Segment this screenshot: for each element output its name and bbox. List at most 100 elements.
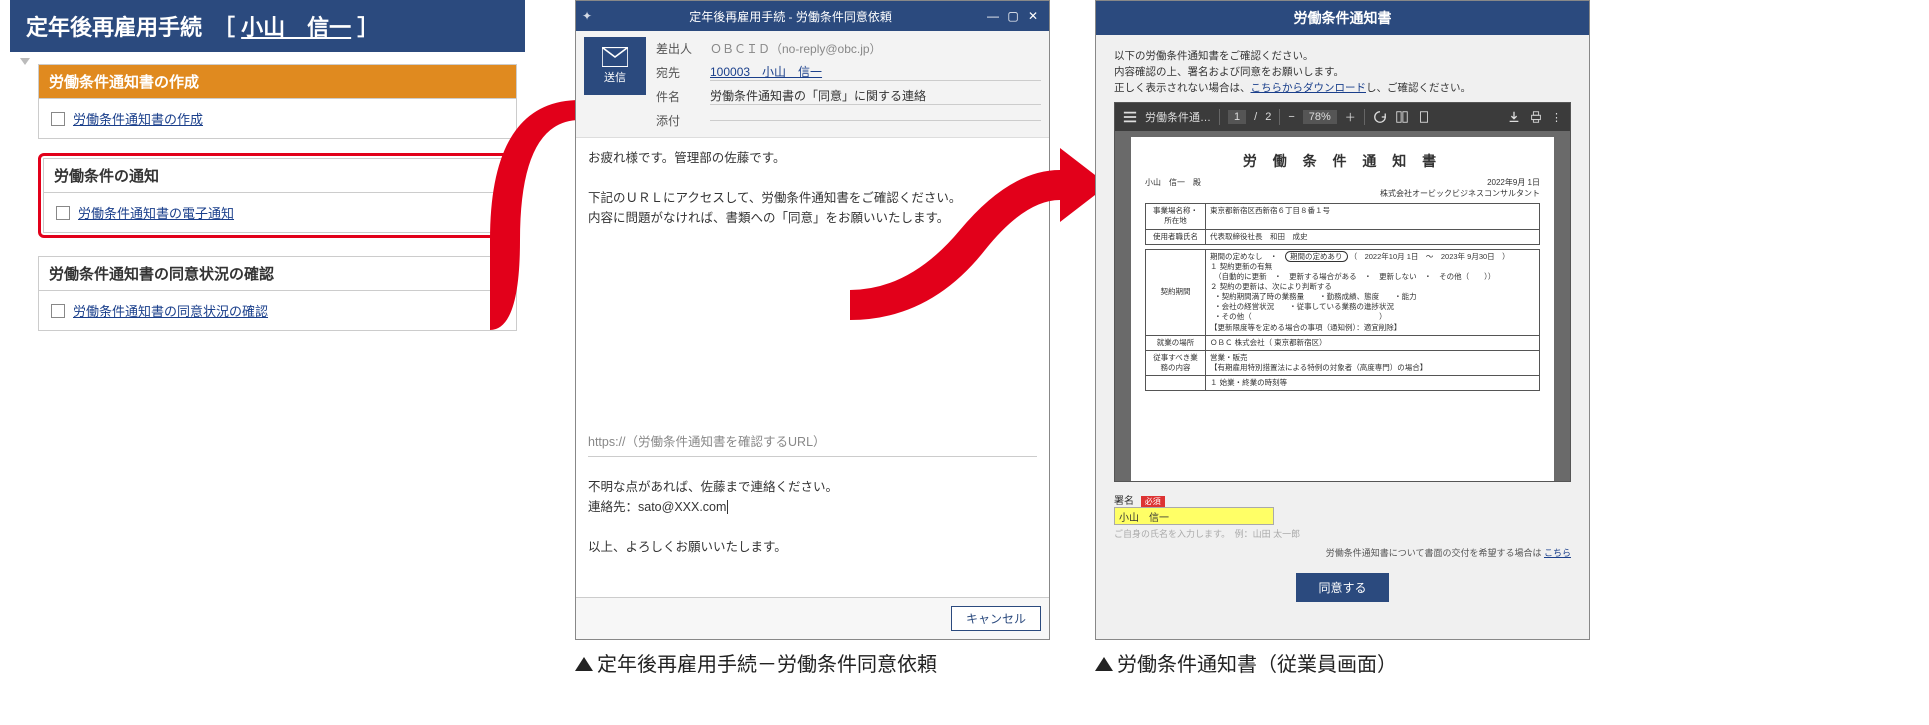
tbl-time-label	[1146, 376, 1206, 391]
panel3-intro: 以下の労働条件通知書をご確認ください。 内容確認の上、署名および同意をお願いしま…	[1114, 49, 1571, 96]
checkbox-icon[interactable]	[51, 304, 65, 318]
to-value[interactable]: 100003 小山 信一	[710, 63, 1041, 81]
download-link[interactable]: こちらからダウンロード	[1251, 82, 1367, 94]
tbl-period-label: 契約期間	[1146, 249, 1206, 335]
section-create-header: 労働条件通知書の作成	[38, 64, 517, 99]
tbl-job-label: 従事すべき業務の内容	[1146, 350, 1206, 375]
pdf-zoom[interactable]: 78%	[1303, 110, 1337, 124]
employee-consent-window: 労働条件通知書 以下の労働条件通知書をご確認ください。 内容確認の上、署名および…	[1095, 0, 1590, 640]
doc-date: 2022年9月 1日	[1380, 177, 1540, 188]
attach-label: 添付	[656, 112, 700, 129]
section-confirm-header: 労働条件通知書の同意状況の確認	[38, 256, 517, 291]
checkbox-icon[interactable]	[51, 112, 65, 126]
sign-label: 署名	[1114, 496, 1134, 507]
pdf-canvas[interactable]: 労 働 条 件 通 知 書 小山 信一 殿 2022年9月 1日 株式会社オービ…	[1115, 131, 1570, 481]
section-notify-item[interactable]: 労働条件通知書の電子通知	[43, 193, 512, 233]
download-icon[interactable]	[1507, 110, 1521, 124]
pdf-page-current[interactable]: 1	[1228, 110, 1246, 124]
pdf-page-total: 2	[1265, 111, 1271, 123]
signature-value: 小山 信一	[1119, 509, 1169, 524]
intro-line-1: 以下の労働条件通知書をご確認ください。	[1114, 49, 1571, 65]
cancel-button[interactable]: キャンセル	[951, 606, 1041, 631]
zoom-out-button[interactable]: −	[1288, 111, 1294, 123]
caption-panel2: 定年後再雇用手続－労働条件同意依頼	[575, 648, 937, 677]
row-employer-value: 代表取締役社長 和田 成史	[1206, 229, 1540, 244]
paper-request-link[interactable]: こちら	[1544, 548, 1571, 558]
panel1-title-prefix: 定年後再雇用手続 ［	[26, 15, 241, 40]
chevron-down-icon	[20, 58, 30, 65]
triangle-up-icon	[575, 657, 593, 671]
pdf-filename: 労働条件通…	[1145, 109, 1211, 125]
body-url-placeholder: https://（労働条件通知書を確認するURL）	[588, 428, 1037, 457]
intro-line-2: 内容確認の上、署名および同意をお願いします。	[1114, 65, 1571, 81]
attach-value[interactable]	[710, 120, 1041, 121]
section-notify-header: 労働条件の通知	[43, 158, 512, 193]
app-icon: ✦	[582, 9, 592, 23]
electronic-notify-link[interactable]: 労働条件通知書の電子通知	[78, 203, 234, 222]
rotate-icon[interactable]	[1373, 110, 1387, 124]
row-place-value: 東京都新宿区西新宿６丁目８番１号	[1206, 204, 1540, 229]
panel3-title: 労働条件通知書	[1096, 1, 1589, 35]
maximize-button[interactable]: ▢	[1003, 9, 1023, 23]
pdf-page-sep: /	[1254, 111, 1257, 123]
section-confirm-item[interactable]: 労働条件通知書の同意状況の確認	[38, 291, 517, 331]
panel1-title-name-link[interactable]: 小山 信一	[241, 15, 351, 40]
doc-title: 労 働 条 件 通 知 書	[1145, 151, 1540, 171]
book-icon[interactable]	[1395, 110, 1409, 124]
send-label: 送信	[604, 69, 626, 85]
signature-input[interactable]: 小山 信一	[1114, 507, 1274, 525]
email-titlebar: ✦ 定年後再雇用手続 - 労働条件同意依頼 — ▢ ✕	[576, 1, 1049, 31]
agree-button[interactable]: 同意する	[1296, 573, 1388, 602]
email-window-title: 定年後再雇用手続 - 労働条件同意依頼	[598, 8, 983, 25]
create-notice-link[interactable]: 労働条件通知書の作成	[73, 109, 203, 128]
doc-header-table: 事業場名称・所在地 東京都新宿区西新宿６丁目８番１号 使用者職氏名 代表取締役社…	[1145, 203, 1540, 244]
send-button[interactable]: 送信	[584, 37, 646, 95]
procedure-list-panel: 定年後再雇用手続 ［ 小山 信一 ］ 労働条件通知書の作成 労働条件通知書の作成…	[10, 0, 525, 335]
page-icon[interactable]	[1417, 110, 1431, 124]
body-line-6: 以上、よろしくお願いいたします。	[588, 537, 1037, 557]
mail-icon	[602, 47, 628, 67]
tbl-place-label: 就業の場所	[1146, 335, 1206, 350]
doc-main-table: 契約期間 期間の定めなし ・ 期間の定めあり （ 2022年10月 1日 ～ 2…	[1145, 249, 1540, 392]
caption-panel3: 労働条件通知書（従業員画面）	[1095, 648, 1397, 677]
panel1-title: 定年後再雇用手続 ［ 小山 信一 ］	[10, 0, 525, 52]
signature-hint: ご自身の氏名を入力します。 例：山田 太一郎	[1114, 527, 1571, 540]
from-label: 差出人	[656, 40, 700, 57]
signature-area: 署名 必須 小山 信一 ご自身の氏名を入力します。 例：山田 太一郎	[1114, 492, 1571, 540]
close-button[interactable]: ✕	[1023, 9, 1043, 23]
period-yes-circled: 期間の定めあり	[1285, 251, 1348, 262]
body-line-4: 不明な点があれば、佐藤まで連絡ください。	[588, 477, 1037, 497]
row-place-label: 事業場名称・所在地	[1146, 204, 1206, 229]
panel1-expand-markers	[20, 52, 30, 335]
tbl-period-cell: 期間の定めなし ・ 期間の定めあり （ 2022年10月 1日 ～ 2023年 …	[1206, 249, 1540, 335]
panel1-title-suffix: ］	[351, 15, 379, 40]
tbl-job-value: 営業・販売 【有期雇用特別措置法による特例の対象者（高度専門）の場合】	[1206, 350, 1540, 375]
print-icon[interactable]	[1529, 110, 1543, 124]
paper-request-note: 労働条件通知書について書面の交付を希望する場合は こちら	[1114, 546, 1571, 559]
tbl-time-value: １ 始業・終業の時刻等	[1206, 376, 1540, 391]
row-employer-label: 使用者職氏名	[1146, 229, 1206, 244]
section-notify-highlight: 労働条件の通知 労働条件通知書の電子通知	[38, 153, 517, 238]
zoom-in-button[interactable]: ＋	[1345, 109, 1356, 125]
more-icon[interactable]: ⋮	[1551, 111, 1562, 124]
minimize-button[interactable]: —	[983, 9, 1003, 23]
doc-recipient: 小山 信一 殿	[1145, 177, 1201, 199]
menu-icon[interactable]	[1123, 110, 1137, 124]
pdf-viewer: 労働条件通… 1 / 2 − 78% ＋ ⋮ 労 働 条 件	[1114, 102, 1571, 482]
required-badge: 必須	[1141, 496, 1165, 507]
email-header-area: 送信 差出人 ＯＢＣＩＤ（no-reply@obc.jp） 宛先 100003 …	[576, 31, 1049, 138]
checkbox-icon[interactable]	[56, 206, 70, 220]
flow-arrow-2-icon	[850, 140, 1110, 340]
to-link[interactable]: 100003 小山 信一	[710, 65, 822, 79]
subject-value[interactable]: 労働条件通知書の「同意」に関する連絡	[710, 87, 1041, 105]
consent-status-link[interactable]: 労働条件通知書の同意状況の確認	[73, 301, 268, 320]
body-line-5: 連絡先：sato@XXX.com	[588, 497, 1037, 517]
section-create-item[interactable]: 労働条件通知書の作成	[38, 99, 517, 139]
intro-line-3: 正しく表示されない場合は、こちらからダウンロードし、ご確認ください。	[1114, 81, 1571, 97]
pdf-toolbar: 労働条件通… 1 / 2 − 78% ＋ ⋮	[1115, 103, 1570, 131]
subject-label: 件名	[656, 88, 700, 105]
pdf-page-1: 労 働 条 件 通 知 書 小山 信一 殿 2022年9月 1日 株式会社オービ…	[1131, 137, 1554, 481]
triangle-up-icon	[1095, 657, 1113, 671]
email-footer: キャンセル	[576, 597, 1049, 639]
tbl-place-value: ＯＢＣ 株式会社（ 東京都新宿区）	[1206, 335, 1540, 350]
